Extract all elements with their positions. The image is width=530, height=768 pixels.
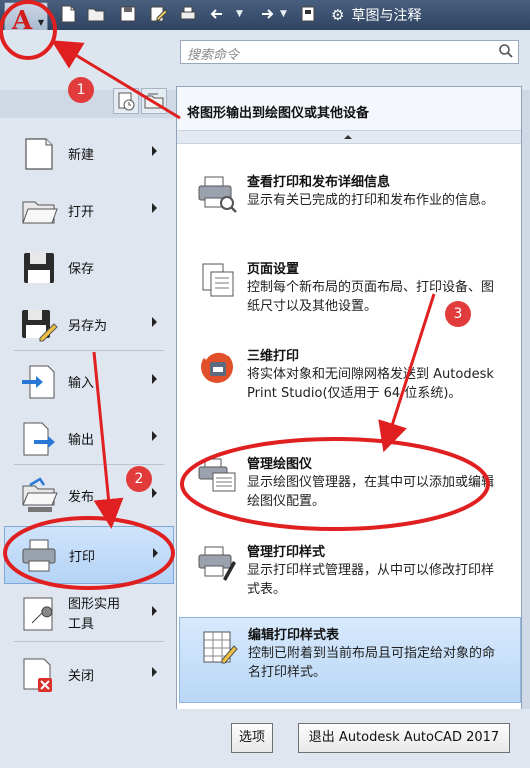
submenu-item-description: 显示绘图仪管理器，在其中可以添加或编辑绘图仪配置。 (247, 475, 495, 509)
print-style-manager-icon (198, 546, 236, 581)
menu-item-save-as[interactable]: 另存为 (0, 296, 172, 352)
submenu-arrow-icon (152, 203, 157, 213)
edit-print-style-table-icon (203, 631, 238, 664)
options-button[interactable]: 选项 (231, 723, 273, 753)
submenu-arrow-icon (152, 317, 157, 327)
submenu-item-title: 管理绘图仪 (247, 457, 313, 472)
open-file-icon[interactable] (86, 4, 106, 24)
annotation-badge-3: 3 (445, 301, 471, 327)
save-as-quick-icon[interactable] (148, 4, 168, 24)
gear-icon: ⚙ (331, 6, 345, 24)
submenu-arrow-icon (153, 548, 158, 558)
menu-item-new[interactable]: 新建 (0, 125, 172, 181)
wrench-icon (23, 597, 53, 631)
save-file-icon[interactable] (118, 4, 138, 24)
redo-dropdown-icon[interactable]: ▼ (280, 4, 287, 24)
submenu-header: 将图形输出到绘图仪或其他设备 (177, 87, 521, 131)
menu-item-label: 图形实用 工具 (68, 597, 121, 632)
annotation-badge-1: 1 (68, 77, 94, 103)
menu-item-label: 另存为 (68, 319, 108, 334)
submenu-item-description: 显示有关已完成的打印和发布作业的信息。 (247, 193, 495, 208)
submenu-item-description: 将实体对象和无间隙网格发送到 Autodesk Print Studio(仅适用… (247, 367, 494, 401)
menu-item-label: 打印 (69, 550, 96, 565)
page-setup-icon (202, 263, 234, 297)
import-icon (22, 365, 55, 399)
workspace-label: 草图与注释 (351, 8, 422, 24)
menu-item-label: 保存 (68, 262, 95, 277)
submenu-item-3d-print[interactable]: 三维打印 将实体对象和无间隙网格发送到 Autodesk Print Studi… (179, 339, 519, 423)
undo-icon[interactable] (210, 4, 230, 24)
submenu-item-title: 三维打印 (247, 349, 300, 364)
submenu-arrow-icon (152, 488, 157, 498)
open-documents-icon (144, 93, 164, 109)
menu-item-drawing-utilities[interactable]: 图形实用 工具 (0, 585, 172, 641)
save-as-icon (22, 310, 58, 342)
menu-item-export[interactable]: 输出 (0, 410, 172, 466)
search-icon[interactable] (498, 43, 514, 59)
printer-icon (22, 539, 56, 572)
menu-item-label: 发布 (68, 490, 95, 505)
redo-icon[interactable] (254, 4, 274, 24)
submenu-item-description: 控制已附着到当前布局且可指定给对象的命名打印样式。 (248, 646, 496, 680)
menu-item-close[interactable]: 关闭 (0, 646, 172, 702)
export-icon (23, 422, 55, 456)
menu-divider (14, 350, 164, 351)
open-folder-icon (22, 201, 58, 224)
submenu-arrow-icon (152, 667, 157, 677)
submenu-item-manage-plot-styles[interactable]: 管理打印样式 显示打印样式管理器，从中可以修改打印样式表。 (179, 535, 519, 619)
submenu-arrow-icon (152, 374, 157, 384)
menu-divider (14, 641, 164, 642)
undo-dropdown-icon[interactable]: ▼ (236, 4, 243, 24)
menu-item-save[interactable]: 保存 (0, 239, 172, 295)
submenu-item-page-setup[interactable]: 页面设置 控制每个新布局的页面布局、打印设备、图纸尺寸以及其他设置。 (179, 252, 519, 336)
exit-autocad-button[interactable]: 退出 Autodesk AutoCAD 2017 (298, 723, 510, 753)
search-placeholder: 搜索命令 (187, 48, 240, 63)
menu-item-open[interactable]: 打开 (0, 182, 172, 238)
recent-documents-button[interactable] (113, 88, 139, 114)
clock-document-icon (118, 92, 135, 111)
scroll-up-button[interactable] (177, 131, 521, 144)
submenu-item-edit-plot-style-tables[interactable]: 编辑打印样式表 控制已附着到当前布局且可指定给对象的命名打印样式。 (179, 617, 521, 703)
plot-quick-icon[interactable] (178, 4, 198, 24)
plotter-manager-icon (198, 458, 236, 492)
submenu-item-title: 页面设置 (247, 262, 300, 277)
submenu-item-manage-plotters[interactable]: 管理绘图仪 显示绘图仪管理器，在其中可以添加或编辑绘图仪配置。 (179, 447, 519, 531)
submenu-title: 将图形输出到绘图仪或其他设备 (187, 106, 370, 121)
search-commands-input[interactable]: 搜索命令 (180, 40, 519, 64)
print-details-icon (198, 176, 237, 213)
menu-divider (14, 464, 164, 465)
submenu-arrow-icon (152, 606, 157, 616)
submenu-item-description: 显示打印样式管理器，从中可以修改打印样式表。 (247, 563, 495, 597)
close-document-icon (23, 658, 52, 692)
annotation-badge-2: 2 (126, 466, 152, 492)
workspace-switcher[interactable]: ⚙ 草图与注释 (331, 4, 451, 26)
share-icon[interactable] (298, 4, 318, 24)
submenu-arrow-icon (152, 146, 157, 156)
submenu-item-title: 编辑打印样式表 (248, 628, 340, 643)
menu-item-print[interactable]: 打印 (4, 526, 174, 584)
menu-item-import[interactable]: 输入 (0, 353, 172, 409)
menu-item-label: 输入 (68, 376, 95, 391)
submenu-item-title: 查看打印和发布详细信息 (247, 175, 391, 190)
title-bar: ▼ ▼ ⚙ 草图与注释 (0, 0, 530, 30)
floppy-disk-icon (24, 253, 54, 283)
chevron-up-icon (344, 135, 352, 139)
menu-item-label: 新建 (68, 148, 95, 163)
new-file-icon[interactable] (58, 4, 78, 24)
submenu-item-title: 管理打印样式 (247, 545, 326, 560)
submenu-arrow-icon (152, 431, 157, 441)
menu-item-label: 关闭 (68, 669, 95, 684)
submenu-item-view-plot-details[interactable]: 查看打印和发布详细信息 显示有关已完成的打印和发布作业的信息。 (179, 165, 519, 249)
application-menu-footer: 选项 退出 Autodesk AutoCAD 2017 (0, 709, 530, 768)
open-documents-button[interactable] (141, 88, 167, 114)
menu-item-label: 打开 (68, 205, 95, 220)
publish-icon (22, 477, 58, 512)
new-document-icon (25, 138, 53, 170)
chevron-down-icon: ▼ (37, 18, 44, 27)
menu-item-label: 输出 (68, 433, 95, 448)
3d-print-icon (201, 349, 233, 383)
print-submenu-panel: 将图形输出到绘图仪或其他设备 查看打印和发布详细信息 显示有关已完成的打印和发布… (176, 86, 522, 711)
